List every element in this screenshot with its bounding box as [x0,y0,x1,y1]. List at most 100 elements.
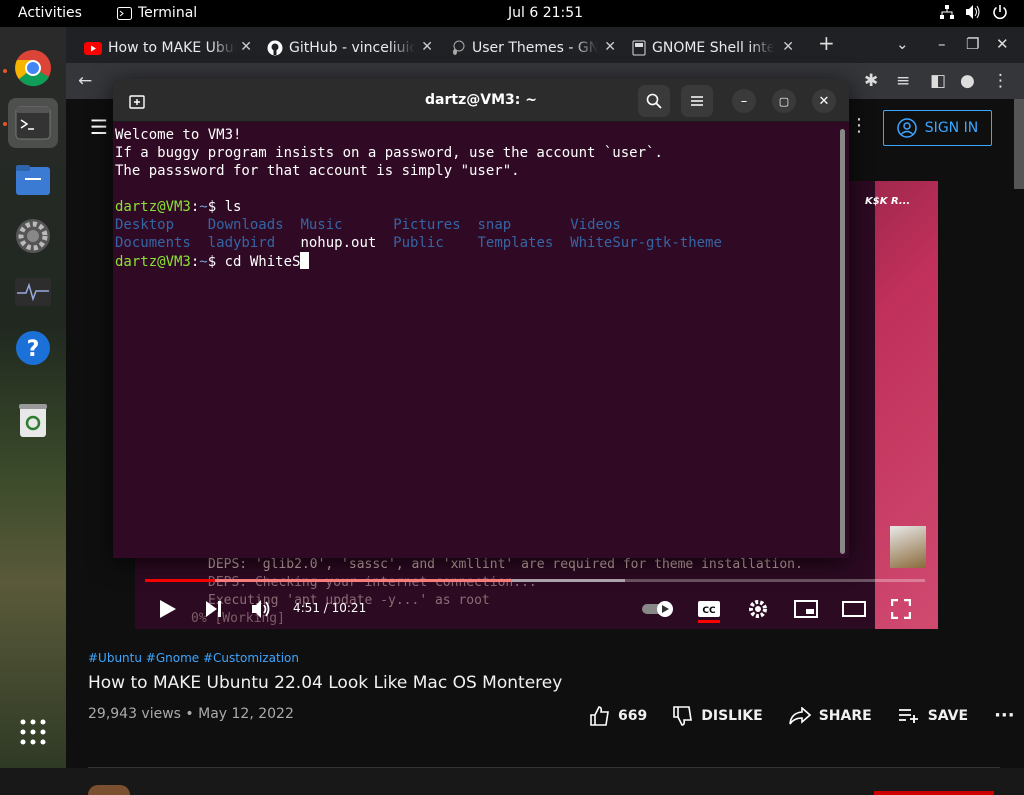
profile-icon[interactable]: ● [960,71,975,91]
running-indicator [3,69,7,73]
fullscreen-icon[interactable] [891,599,911,619]
autoplay-toggle-icon[interactable] [641,601,677,617]
dir-entry: Templates [477,235,554,251]
hashtags[interactable]: #Ubuntu #Gnome #Customization [88,651,988,665]
dir-entry: Public [393,235,444,251]
prompt-end: $ [207,199,225,215]
restore-icon[interactable]: ❐ [966,35,979,53]
tab-title: GitHub - vinceliuice [289,40,415,56]
tab-github[interactable]: GitHub - vinceliuice ✕ [267,33,433,63]
close-icon[interactable]: ✕ [996,35,1009,53]
github-icon [267,40,283,56]
video-actions: 669 DISLIKE SHARE SAVE ··· [590,705,1024,726]
welcome-line: The passsword for that account is simply… [115,163,520,179]
terminal-launcher[interactable] [8,98,58,148]
folder-icon [16,165,50,195]
thumbs-down-icon [673,705,693,726]
top-bar: Activities Terminal Jul 6 21:51 [0,0,1024,27]
dir-entry: WhiteSur-gtk-theme [570,235,722,251]
theater-mode-icon[interactable] [842,601,866,617]
avatar[interactable] [88,785,130,795]
view-count-date: 29,943 views • May 12, 2022 [88,706,294,722]
channel-watermark: K$K R... [865,196,911,207]
play-icon[interactable] [159,599,177,619]
prompt-path: ~ [199,254,208,270]
system-monitor-launcher[interactable] [8,267,58,317]
command-input: cd WhiteS [224,254,301,270]
dock: ? [0,27,66,768]
back-icon[interactable]: ← [78,71,92,91]
trash-launcher[interactable] [8,395,58,445]
share-label: SHARE [818,707,872,724]
tab-user-themes[interactable]: User Themes - GNOME ✕ [450,33,616,63]
show-apps-button[interactable] [8,707,58,757]
sign-in-button[interactable]: SIGN IN [883,110,992,146]
subscribe-button[interactable] [874,791,994,795]
more-actions-icon[interactable]: ··· [994,705,1015,726]
terminal-icon [15,106,51,140]
svg-text:CC: CC [702,606,716,616]
close-tab-icon[interactable]: ✕ [240,39,252,55]
player-controls: 4:51 / 10:21 CC [135,589,938,629]
media-icon[interactable]: ≡ [896,71,910,91]
extensions-icon[interactable]: ✱ [864,71,878,91]
close-tab-icon[interactable]: ✕ [421,39,433,55]
dir-entry: snap [477,217,512,233]
next-icon[interactable] [205,600,223,618]
captions-icon[interactable]: CC [697,599,721,623]
clock[interactable]: Jul 6 21:51 [508,5,583,21]
system-tray[interactable] [939,4,1008,20]
terminal-scrollbar[interactable] [840,129,845,554]
tab-title: User Themes - GNOME [472,40,598,56]
page-scrollbar[interactable] [1014,99,1024,189]
tab-youtube[interactable]: How to MAKE Ubuntu ✕ [84,33,252,63]
tab-gnome-shell[interactable]: GNOME Shell integration ✕ [632,33,794,63]
hamburger-icon[interactable]: ☰ [90,115,108,139]
save-button[interactable]: SAVE [898,708,968,724]
youtube-icon [84,41,102,55]
minimize-icon[interactable]: – [938,35,946,53]
search-icon [646,93,662,109]
app-name: Terminal [138,5,198,21]
close-tab-icon[interactable]: ✕ [782,39,794,55]
new-tab-button[interactable]: + [818,31,835,55]
files-launcher[interactable] [8,155,58,205]
dir-entry: ladybird [207,235,276,251]
menu-icon[interactable]: ⋮ [992,71,1009,91]
volume-icon[interactable] [251,599,273,619]
settings-gear-icon[interactable] [748,599,768,619]
minimize-button[interactable]: – [732,89,756,113]
miniplayer-icon[interactable] [794,600,818,618]
terminal-headerbar: dartz@VM3: ~ – ▢ ✕ [113,79,849,122]
volume-icon [966,5,980,19]
search-button[interactable] [638,85,670,117]
dir-entry: Desktop [115,217,175,233]
activities-button[interactable]: Activities [18,5,82,21]
minimize-icon: – [740,93,748,109]
maximize-button[interactable]: ▢ [772,89,796,113]
file-entry: nohup.out [300,235,377,251]
dir-entry: Downloads [207,217,284,233]
help-launcher[interactable]: ? [8,323,58,373]
dir-entry: Music [300,217,343,233]
close-tab-icon[interactable]: ✕ [604,39,616,55]
share-icon [788,706,811,724]
dislike-button[interactable]: DISLIKE [673,705,763,726]
svg-text:?: ? [27,337,40,362]
settings-launcher[interactable] [8,211,58,261]
like-button[interactable]: 669 [590,705,647,726]
terminal-output[interactable]: Welcome to VM3! If a buggy program insis… [115,126,837,271]
share-button[interactable]: SHARE [788,706,872,725]
prompt-user: dartz@VM3 [115,199,191,215]
close-button[interactable]: ✕ [812,89,836,113]
prompt-end: $ [207,254,225,270]
side-panel-icon[interactable]: ◧ [930,71,946,91]
more-icon[interactable]: ⋮ [850,115,868,136]
end-card-thumbnail[interactable] [890,526,926,568]
tab-search-chevron-icon[interactable]: ⌄ [896,35,909,53]
chrome-launcher[interactable] [8,43,58,93]
progress-bar[interactable] [145,579,925,582]
app-menu[interactable]: Terminal [117,5,197,21]
menu-button[interactable] [681,85,713,117]
terminal-window: dartz@VM3: ~ – ▢ ✕ Welcome to VM3! If a … [113,79,849,558]
